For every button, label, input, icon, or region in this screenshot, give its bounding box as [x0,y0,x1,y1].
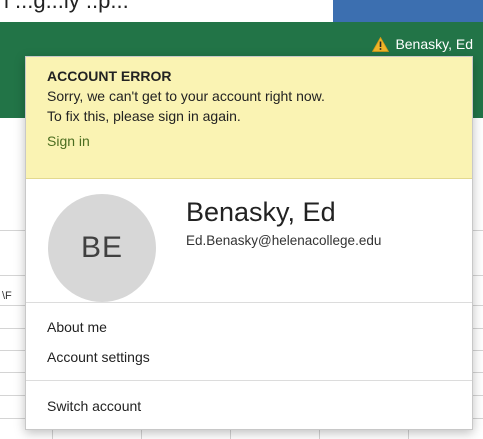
sign-in-link[interactable]: Sign in [47,131,90,151]
account-settings-link[interactable]: Account settings [47,349,150,365]
menu-divider [26,302,472,303]
account-popup: ACCOUNT ERROR Sorry, we can't get to you… [25,56,473,430]
avatar[interactable]: BE [48,194,156,302]
switch-account-link[interactable]: Switch account [47,398,141,414]
menu-divider [26,380,472,381]
top-strip-partial-text: l ...g...ly ..p... [4,0,129,13]
account-error-instruction: To fix this, please sign in again. [47,108,241,124]
profile-section: BE Benasky, Ed Ed.Benasky@helenacollege.… [26,179,472,302]
top-strip-accent [333,0,483,22]
about-me-link[interactable]: About me [47,319,107,335]
header-user-button[interactable]: Benasky, Ed [372,36,473,52]
header-user-name: Benasky, Ed [395,36,473,52]
account-error-title: ACCOUNT ERROR [47,68,172,84]
account-error-message: Sorry, we can't get to your account righ… [47,88,325,104]
profile-email: Ed.Benasky@helenacollege.edu [186,233,382,248]
app-window: l ...g...ly ..p... Benasky, Ed \F ACCOUN… [0,0,483,439]
top-strip: l ...g...ly ..p... [0,0,483,22]
account-error-banner: ACCOUNT ERROR Sorry, we can't get to you… [26,57,472,179]
background-cell-text: \F [2,290,12,302]
profile-name: Benasky, Ed [186,197,336,227]
warning-triangle-icon [372,36,390,52]
